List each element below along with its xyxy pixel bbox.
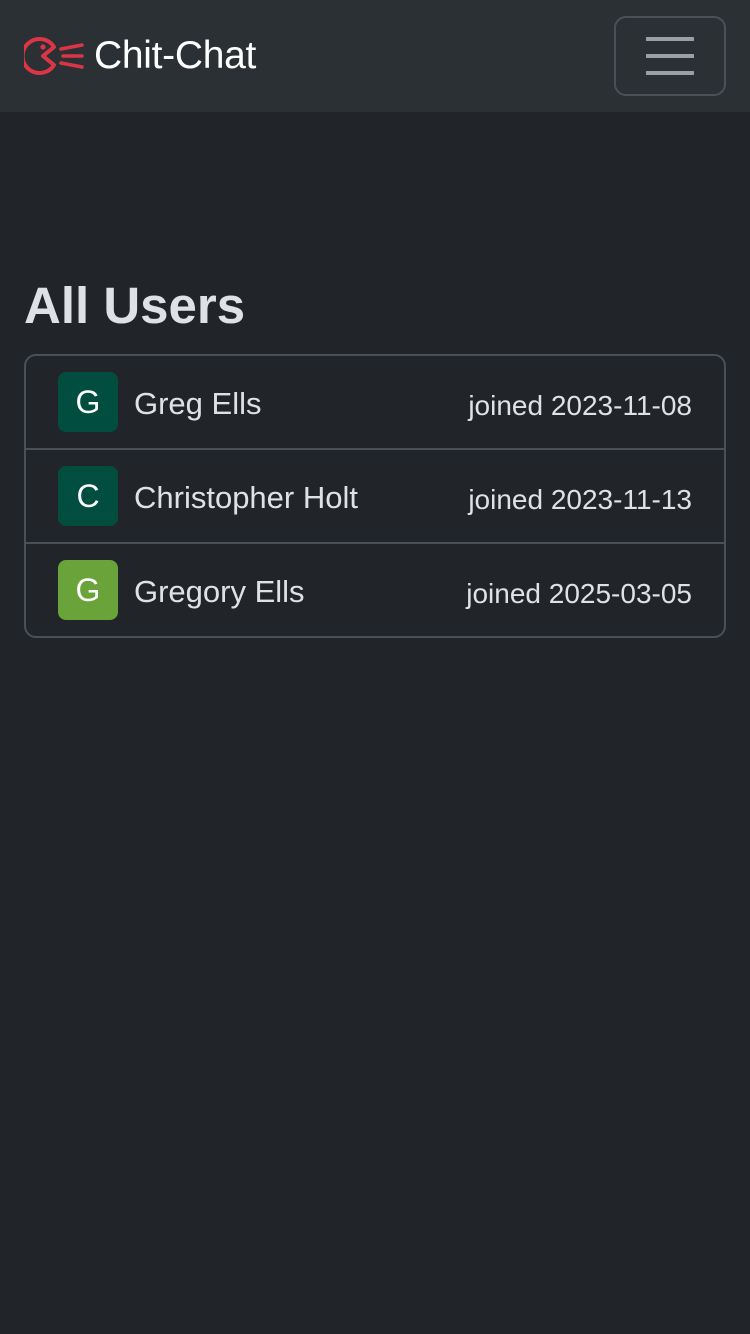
user-list-item[interactable]: G Gregory Ells joined 2025-03-05 [26,542,724,636]
user-name[interactable]: Gregory Ells [134,574,305,610]
brand-name: Chit-Chat [94,34,257,77]
user-avatar: G [58,372,118,432]
chat-mouth-logo-icon [24,37,84,75]
brand-link[interactable]: Chit-Chat [24,30,256,82]
user-list-item[interactable]: G Greg Ells joined 2023-11-08 [26,356,724,450]
user-joined-date: joined 2025-03-05 [466,578,692,609]
navbar: Chit-Chat [0,0,750,112]
hamburger-menu-icon [646,37,694,75]
user-name[interactable]: Christopher Holt [134,480,358,516]
user-avatar: C [58,466,118,526]
menu-toggle-button[interactable] [614,16,726,96]
user-list: G Greg Ells joined 2023-11-08 C Christop… [24,354,726,638]
user-avatar: G [58,560,118,620]
user-joined-date: joined 2023-11-13 [468,484,692,515]
page-title: All Users [24,277,246,334]
user-joined-date: joined 2023-11-08 [468,390,692,421]
user-list-item[interactable]: C Christopher Holt joined 2023-11-13 [26,448,724,542]
user-name[interactable]: Greg Ells [134,386,261,422]
